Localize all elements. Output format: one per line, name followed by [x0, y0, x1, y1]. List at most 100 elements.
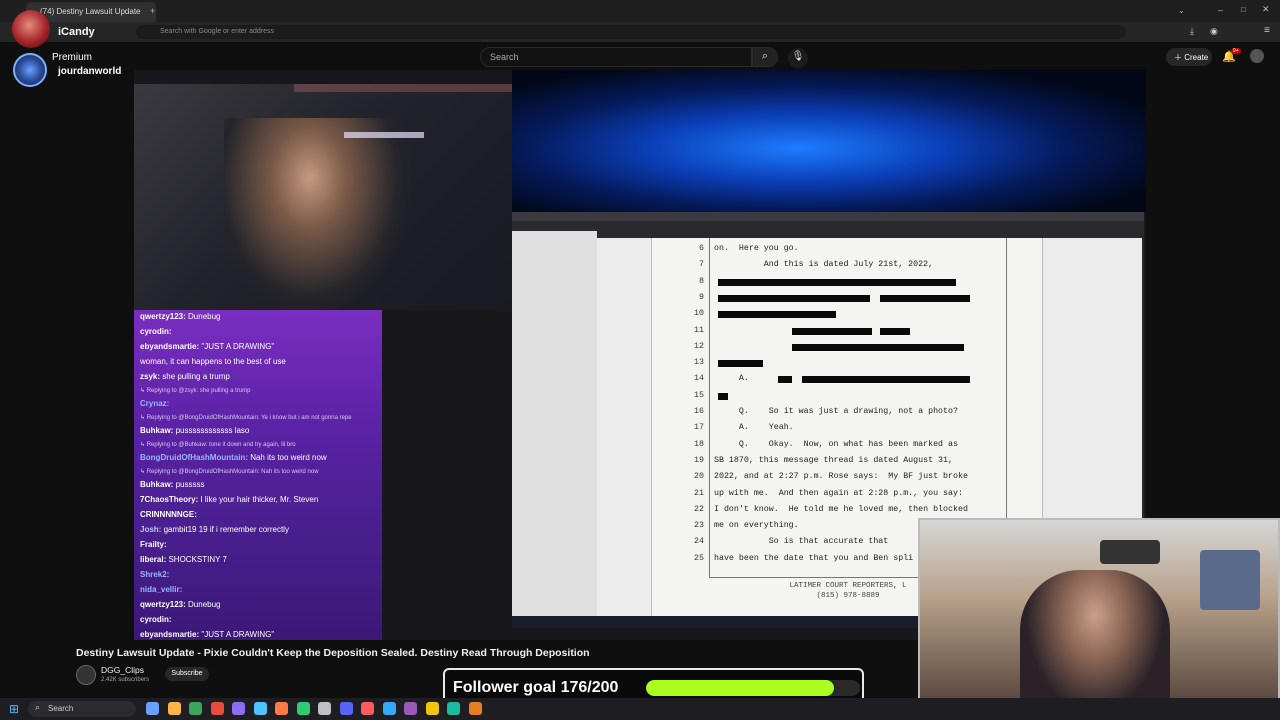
user-avatar-jourdan	[13, 53, 47, 87]
deposition-line: me on everything.	[714, 521, 799, 531]
chat-username[interactable]: BongDruidOfHashMountain:	[140, 453, 248, 462]
chat-text: she pulling a trump	[160, 372, 230, 381]
redaction-bar	[880, 327, 910, 335]
chat-message: BongDruidOfHashMountain: Nah its too wei…	[140, 453, 380, 462]
streamer-figure	[224, 118, 414, 318]
youtube-search-input[interactable]: Search	[480, 47, 752, 67]
redaction-bar	[778, 376, 792, 384]
taskbar-app-icon[interactable]	[339, 702, 353, 715]
channel-avatar[interactable]	[76, 665, 96, 685]
create-label: Create	[1184, 53, 1209, 62]
chat-username[interactable]: nida_vellir:	[140, 585, 182, 594]
chat-username[interactable]: liberal:	[140, 555, 166, 564]
user-avatar-icandy	[12, 10, 50, 48]
pdf-sidebar	[512, 231, 597, 628]
taskbar-app-icon[interactable]	[253, 702, 267, 715]
maximize-icon[interactable]: □	[1241, 5, 1246, 14]
taskbar-app-icon[interactable]	[382, 702, 396, 715]
taskbar-app-icon[interactable]	[318, 702, 331, 715]
taskbar-search-icon: ⌕	[35, 702, 41, 712]
chat-username[interactable]: CRINNNNNGE:	[140, 510, 197, 519]
desktop-wallpaper	[512, 70, 1146, 212]
light-bar	[344, 132, 424, 138]
taskbar-app-icon[interactable]	[425, 702, 439, 715]
line-number: 12	[694, 341, 704, 351]
chat-reply-context: ↳ Replying to @zsyk: she pulling a trump	[140, 388, 251, 394]
taskbar-app-icon[interactable]	[447, 702, 460, 715]
chat-message: nida_vellir:	[140, 585, 380, 594]
tab-list-icon[interactable]: ⌄	[1178, 6, 1185, 15]
line-number: 16	[694, 407, 704, 416]
taskbar-app-icon[interactable]	[404, 702, 417, 715]
chat-text: gambit19 19 if i remember correctly	[161, 525, 289, 534]
chat-username[interactable]: cyrodin:	[140, 327, 172, 336]
deposition-line: have been the date that you and Ben spli	[714, 553, 914, 563]
chat-text: Nah its too weird now	[247, 453, 327, 462]
subscribe-button[interactable]: Subscribe	[165, 667, 209, 681]
chat-username[interactable]: Buhkaw:	[140, 480, 173, 489]
chat-text: pusssss	[173, 480, 205, 489]
minimize-icon[interactable]: –	[1218, 5, 1223, 15]
chat-text: woman, it can happens to the best of use	[140, 357, 286, 366]
pdf-titlebar	[512, 212, 1144, 221]
taskbar-app-icon[interactable]	[468, 702, 482, 715]
chat-message: Crynaz:	[140, 399, 380, 408]
deposition-line: So is that accurate that	[714, 537, 889, 547]
chat-username[interactable]: 7ChaosTheory:	[140, 495, 198, 504]
create-button[interactable]: ＋ Create	[1166, 48, 1212, 66]
taskbar-app-icon[interactable]	[146, 702, 159, 715]
deposition-line: up with me. And then again at 2:28 p.m.,…	[714, 488, 963, 498]
address-input[interactable]: Search with Google or enter address	[136, 25, 1126, 39]
taskbar-app-icon[interactable]	[296, 702, 310, 715]
taskbar-app-icon[interactable]	[232, 702, 245, 715]
username-icandy: iCandy	[58, 26, 95, 38]
taskbar-app-icon[interactable]	[275, 702, 288, 715]
chat-username[interactable]: Josh:	[140, 525, 161, 534]
reactor-webcam	[918, 518, 1280, 720]
notification-badge: 9+	[1231, 48, 1241, 54]
new-tab-icon[interactable]: +	[150, 6, 155, 16]
account-avatar[interactable]	[1250, 49, 1264, 63]
menu-icon[interactable]: ≡	[1264, 25, 1270, 36]
chat-username[interactable]: zsyk:	[140, 372, 160, 381]
search-icon[interactable]: ⌕	[752, 47, 778, 67]
line-number: 15	[694, 390, 704, 400]
chat-username[interactable]: cyrodin:	[140, 615, 172, 624]
chat-username[interactable]: qwertzy123:	[140, 600, 186, 609]
deposition-line: 2022, and at 2:27 p.m. Rose says: My BF …	[714, 472, 968, 482]
chat-message: cyrodin:	[140, 615, 380, 624]
microphone-icon[interactable]: 🎙	[788, 48, 808, 68]
follower-goal-fill	[646, 680, 835, 696]
chat-username[interactable]: qwertzy123:	[140, 312, 186, 321]
chat-username[interactable]: Buhkaw:	[140, 426, 173, 435]
chat-username[interactable]: ebyandsmartie:	[140, 630, 199, 639]
line-number: 8	[699, 276, 704, 286]
chat-username[interactable]: Frailty:	[140, 540, 167, 549]
line-number: 22	[694, 504, 704, 514]
taskbar-app-icon[interactable]	[361, 702, 374, 715]
shelf-decor	[1100, 540, 1160, 564]
taskbar-app-icon[interactable]	[167, 702, 181, 715]
download-icon[interactable]: ⤓	[1190, 26, 1194, 37]
chat-username[interactable]: ebyandsmartie:	[140, 342, 199, 351]
taskbar-app-icon[interactable]	[189, 702, 202, 715]
chat-message: Buhkaw: pusssss	[140, 480, 380, 489]
line-number: 13	[694, 358, 704, 368]
taskbar-search[interactable]: Search	[28, 701, 136, 717]
extensions-icon[interactable]: ◉	[1210, 26, 1218, 37]
line-number: 21	[694, 488, 704, 498]
close-icon[interactable]: ✕	[1262, 4, 1270, 15]
chat-text: "JUST A DRAWING"	[199, 342, 275, 351]
line-number: 17	[694, 423, 704, 433]
windows-start-icon[interactable]: ⊞	[9, 702, 22, 716]
chat-username[interactable]: Crynaz:	[140, 399, 169, 408]
chat-message: qwertzy123: Dunebug	[140, 312, 380, 321]
channel-name[interactable]: DGG_Clips	[101, 665, 144, 675]
chat-message: cyrodin:	[140, 327, 380, 336]
chat-username[interactable]: Shrek2:	[140, 570, 169, 579]
follower-goal-label: Follower goal 176/200	[453, 679, 619, 696]
chat-message: 7ChaosTheory: I like your hair thicker, …	[140, 495, 380, 504]
taskbar-app-icon[interactable]	[210, 702, 224, 715]
line-number: 20	[694, 472, 704, 482]
line-number: 14	[694, 374, 704, 384]
